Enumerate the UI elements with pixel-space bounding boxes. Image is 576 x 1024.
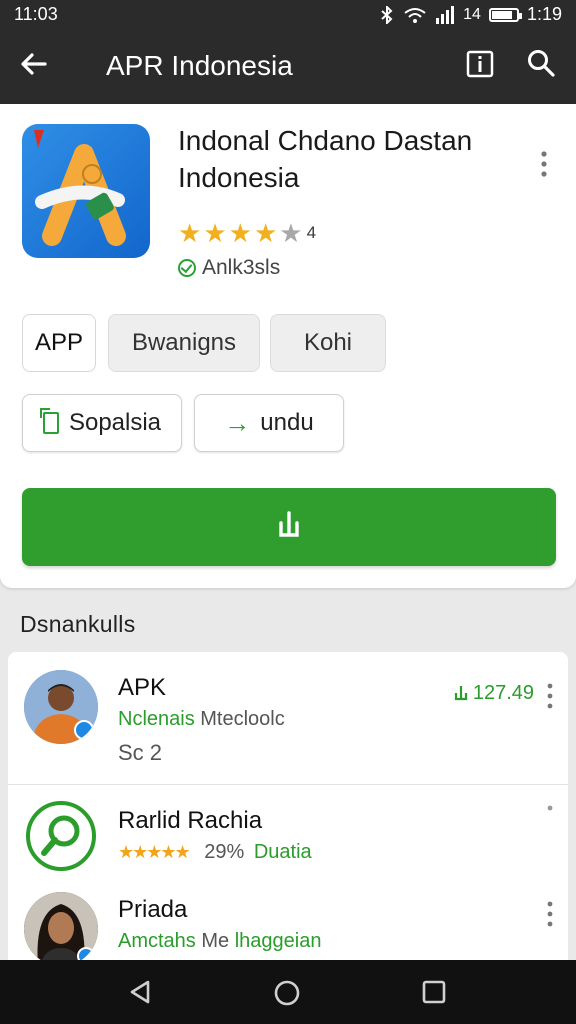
item-subtitle: ★★★★★ 29% Duatia [118,841,312,864]
signal-icon [436,5,455,24]
status-icons: 14 1:19 [379,4,562,25]
check-circle-icon [178,259,196,277]
app-detail-card: Indonal Chdano Dastan Indonesia ★ ★ ★ ★ … [0,104,576,588]
status-bar: 11:03 14 1:19 [0,0,576,28]
related-apps-list: APK Nclenais Mtecloolc Sc 2 127.49 Rarli… [8,652,568,982]
list-item[interactable]: Rarlid Rachia ★★★★★ 29% Duatia [8,784,568,887]
nav-home-icon[interactable] [272,978,302,1008]
app-logo-icon [34,130,126,246]
item-tag: lhaggeian [234,930,322,952]
star-icon: ★ [178,218,202,248]
status-time-left: 11:03 [14,4,58,24]
item-developer: Amctahs [118,930,196,952]
share-button-label: Sopalsia [68,409,162,436]
nav-recents-icon[interactable] [420,978,448,1006]
item-developer: Duatia [253,841,312,863]
more-vert-icon[interactable] [546,900,554,928]
navigation-bar [0,960,576,1024]
install-button[interactable] [22,488,556,566]
section-title: Dsnankulls [20,611,136,637]
chip-type[interactable]: APP [22,314,96,372]
more-dot-icon[interactable] [546,803,554,813]
verified-badge: Anlk3sls [178,256,280,280]
more-vert-icon[interactable] [536,150,552,178]
rating-value: 4 [306,223,317,242]
open-button[interactable]: → undu [194,394,344,452]
avatar [24,799,98,873]
search-icon[interactable] [526,48,556,78]
toolbar: APR Indonesia [0,28,576,104]
battery-icon [488,7,522,22]
list-item[interactable]: APK Nclenais Mtecloolc Sc 2 127.49 [8,652,568,784]
battery-fill [491,10,513,19]
app-icon [22,124,150,258]
download-count: 127.49 [453,682,534,705]
arrow-left-icon[interactable] [18,48,50,80]
item-title: Rarlid Rachia [118,807,263,834]
avatar [24,670,98,744]
verified-label: Anlk3sls [202,256,281,279]
app-name: Indonal Chdano Dastan Indonesia [178,125,473,193]
item-category: Mtecloolc [194,708,285,730]
star-icon: ★ [203,218,227,248]
item-subtitle: Nclenais Mtecloolc [118,708,285,731]
item-category: Me [195,930,235,952]
star-icon: ★ [253,218,278,248]
nav-back-icon[interactable] [126,978,154,1006]
arrow-right-icon: → [224,407,251,438]
item-subtitle: Amctahs Me lhaggeian [118,930,321,953]
chip-tag[interactable]: Kohi [270,314,386,372]
half-star-icon: ★ [279,218,303,248]
info-icon[interactable] [466,50,494,78]
more-vert-icon[interactable] [546,682,554,710]
wifi-icon [404,7,426,23]
status-time-right: 1:19 [526,4,562,24]
share-button[interactable]: Sopalsia [22,394,182,452]
document-icon [39,408,59,434]
chip-category[interactable]: Bwanigns [108,314,260,372]
download-small-icon [454,685,467,700]
page-title: APR Indonesia [106,50,293,81]
download-icon [279,511,299,537]
bluetooth-icon [381,5,393,24]
star-icon: ★ [228,218,252,248]
item-title: APK [118,674,167,701]
avatar [24,892,98,966]
item-title: Priada [118,896,188,923]
open-button-label: undu [260,409,314,436]
signal-text: 14 [463,5,481,23]
item-rating: 29% [204,841,245,863]
star-rating-icons: ★★★★★ [118,842,191,862]
item-extra: Sc 2 [118,740,163,765]
rating: ★ ★ ★ ★ ★ 4 [178,220,316,246]
item-developer: Nclenais [118,708,195,730]
download-count-value: 127.49 [472,682,534,704]
